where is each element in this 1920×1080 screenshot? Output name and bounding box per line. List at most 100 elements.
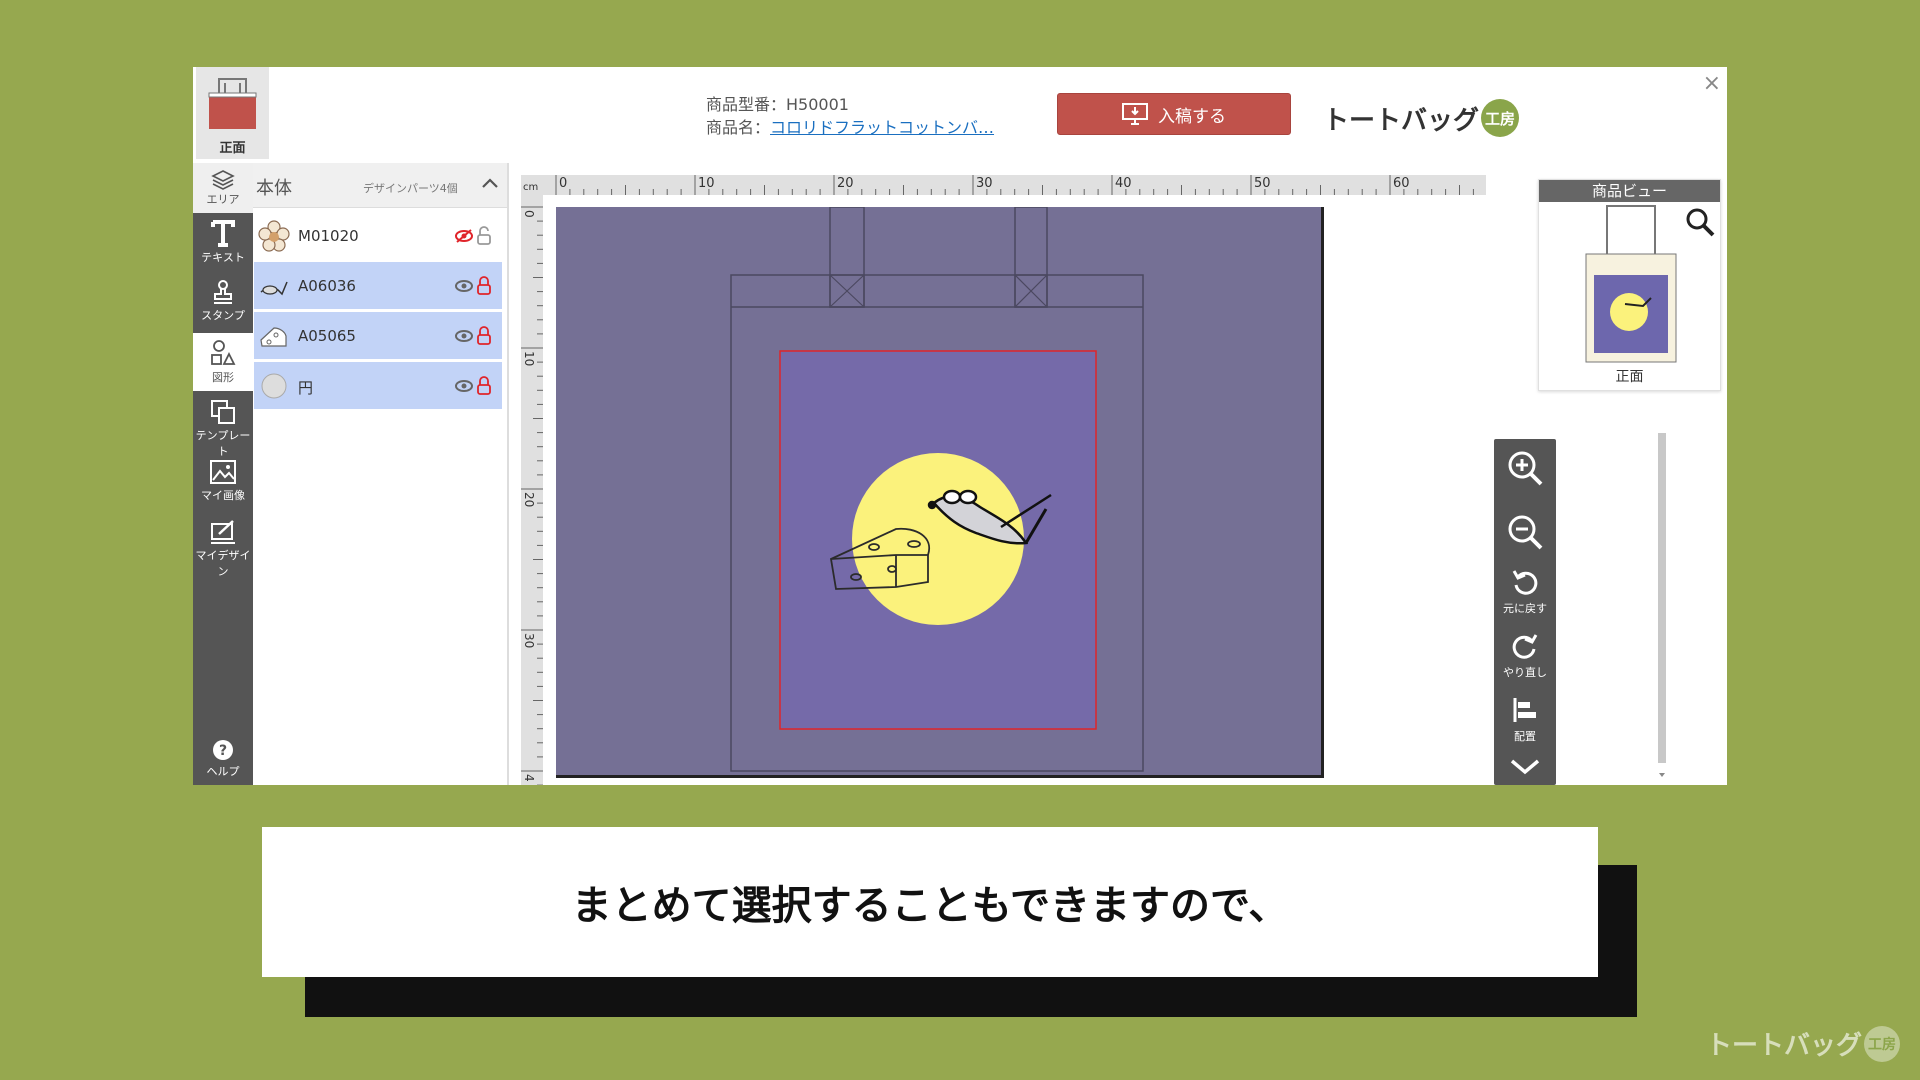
shapes-icon [211, 340, 236, 365]
layers-icon [211, 170, 235, 190]
eye-icon[interactable] [454, 378, 474, 394]
ruler-label: 10 [522, 351, 536, 366]
redo-button[interactable]: やり直し [1494, 631, 1556, 680]
tool-area[interactable]: エリア [193, 163, 253, 213]
tool-help[interactable]: ? ヘルプ [193, 733, 253, 785]
brand-logo: トートバッグ 工房 [1323, 99, 1520, 137]
flower-thumbnail [258, 220, 290, 252]
stamp-icon [214, 280, 232, 304]
tool-my-image[interactable]: マイ画像 [193, 453, 253, 511]
ruler-label: 20 [837, 176, 854, 191]
tote-bag-icon [208, 78, 257, 129]
template-icon [211, 400, 235, 424]
preview-title: 商品ビュー [1539, 180, 1720, 202]
help-icon: ? [213, 740, 233, 760]
layer-item[interactable]: M01020 [254, 212, 502, 260]
ruler-label: 30 [976, 176, 993, 191]
ruler-label: 60 [1393, 176, 1410, 191]
tool-label: スタンプ [201, 309, 245, 322]
align-left-icon [1513, 698, 1536, 722]
ruler-label: 30 [522, 633, 536, 648]
mouse-thumbnail [260, 281, 288, 296]
bag-drawing [730, 206, 1144, 772]
undo-icon [1512, 570, 1538, 595]
subtitle-caption: まとめて選択することもできますので、 [262, 827, 1598, 977]
layer-item[interactable]: A06036 [254, 262, 502, 310]
parts-count: デザインパーツ4個 [363, 182, 458, 195]
mydesign-icon [211, 520, 235, 544]
zoom-in-button[interactable] [1494, 449, 1556, 490]
zoom-in-icon [1508, 451, 1543, 486]
tool-template[interactable]: テンプレート [193, 393, 253, 458]
product-code: 商品型番：H50001 [706, 95, 849, 114]
cheese-thumbnail [260, 327, 287, 347]
lock-icon[interactable] [476, 276, 492, 296]
design-canvas-area: 0 10 20 30 40 50 60 0 10 20 30 4 cm [509, 163, 1666, 785]
submit-button[interactable]: 入稿する [1057, 93, 1291, 135]
lock-icon[interactable] [476, 376, 492, 396]
tool-label: エリア [206, 193, 240, 206]
undo-button[interactable]: 元に戻す [1494, 567, 1556, 616]
layer-name: A05065 [298, 327, 356, 345]
layer-item[interactable]: 円 [254, 362, 502, 410]
layer-name: 円 [298, 379, 314, 397]
zoom-out-button[interactable] [1494, 513, 1556, 554]
brand-text: トートバッグ [1323, 105, 1480, 136]
tool-label: ヘルプ [206, 765, 240, 778]
redo-label: やり直し [1503, 666, 1547, 679]
watermark-logo: トートバッグ 工房 [1706, 1025, 1900, 1062]
tool-label: 図形 [212, 371, 234, 384]
editor-window: 正面 商品型番：H50001 商品名：コロリドフラットコットンバ… 入稿する ト… [193, 67, 1727, 785]
ruler-ticks: 0 10 20 30 40 50 60 [555, 175, 1502, 195]
tool-shapes[interactable]: 図形 [193, 333, 253, 391]
canvas-controls: 元に戻す やり直し 配置 [1494, 439, 1556, 785]
chevron-down-icon [1510, 759, 1540, 775]
tool-label: マイデザイン [195, 549, 251, 578]
layer-item[interactable]: A05065 [254, 312, 502, 360]
chevron-up-icon[interactable] [480, 173, 500, 193]
preview-face-label: 正面 [1615, 369, 1644, 385]
ruler-label: 50 [1254, 176, 1271, 191]
ruler-label: 40 [1115, 176, 1132, 191]
brand-badge: 工房 [1481, 99, 1520, 137]
svg-text:?: ? [219, 743, 227, 759]
zoom-out-icon [1508, 515, 1543, 550]
tool-stamp[interactable]: スタンプ [193, 273, 253, 331]
watermark-badge: 工房 [1864, 1025, 1900, 1062]
layer-name: A06036 [298, 277, 356, 295]
header: 正面 商品型番：H50001 商品名：コロリドフラットコットンバ… 入稿する ト… [193, 67, 1727, 163]
eye-icon[interactable] [454, 328, 474, 344]
lock-icon[interactable] [476, 326, 492, 346]
layer-panel-header[interactable]: 本体 デザインパーツ4個 [253, 163, 507, 208]
horizontal-ruler: 0 10 20 30 40 50 60 [521, 175, 1502, 195]
align-button[interactable]: 配置 [1494, 695, 1556, 744]
tool-label: マイ画像 [201, 489, 245, 502]
product-name-label: 商品名： [706, 118, 771, 137]
product-preview[interactable]: 商品ビュー 正面 [1538, 179, 1721, 391]
search-icon[interactable] [1685, 207, 1715, 237]
monitor-icon [1122, 103, 1148, 125]
face-tab-label: 正面 [219, 141, 246, 156]
text-icon [211, 220, 235, 247]
eye-icon[interactable] [454, 278, 474, 294]
ruler-label: 10 [698, 176, 715, 191]
unlock-icon[interactable] [476, 226, 492, 246]
layer-panel: 本体 デザインパーツ4個 M01020 A06036 A05065 円 [253, 163, 509, 785]
eye-hidden-icon[interactable] [454, 228, 474, 244]
tool-my-design[interactable]: マイデザイン [193, 513, 253, 578]
area-title: 本体 [256, 178, 292, 199]
bag-canvas[interactable] [556, 206, 1324, 778]
more-controls-button[interactable] [1494, 755, 1556, 780]
circle-thumbnail [261, 373, 287, 399]
align-label: 配置 [1514, 730, 1536, 743]
image-icon [210, 460, 236, 484]
tool-text[interactable]: テキスト [193, 213, 253, 271]
ruler-label: 4 [522, 774, 536, 782]
product-info: 商品型番：H50001 商品名：コロリドフラットコットンバ… [706, 93, 994, 139]
product-name-link[interactable]: コロリドフラットコットンバ… [770, 118, 994, 137]
close-icon[interactable]: × [1703, 71, 1721, 96]
face-tab-front[interactable]: 正面 [196, 67, 269, 159]
submit-label: 入稿する [1158, 106, 1226, 127]
ruler-label: 0 [559, 176, 567, 191]
tool-sidebar: エリア テキスト スタンプ 図形 テンプレート マイ画像 マイデザイン ? ヘル… [193, 163, 253, 785]
